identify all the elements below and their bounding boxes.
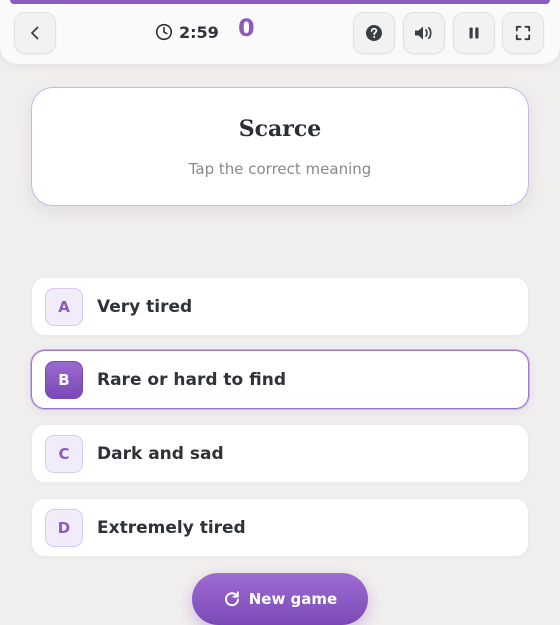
question-hint: Tap the correct meaning (188, 160, 372, 178)
new-game-button[interactable]: New game (192, 573, 368, 625)
clock-icon (155, 23, 173, 41)
timer-value: 2:59 (179, 22, 219, 42)
new-game-label: New game (248, 590, 338, 608)
option-letter-badge: D (45, 508, 83, 547)
back-button[interactable] (14, 12, 56, 54)
option-text: Extremely tired (97, 517, 246, 538)
restart-icon (224, 591, 239, 607)
option-letter-badge: A (45, 287, 83, 326)
help-button[interactable] (353, 12, 395, 54)
word-quiz-page: 2:59 0 Scarce Tap the correct meaning A … (0, 0, 560, 625)
question-word: Scarce (238, 116, 322, 142)
sound-button[interactable] (403, 12, 445, 54)
answer-option-a[interactable]: A Very tired (31, 277, 529, 336)
chevron-left-icon (31, 26, 39, 40)
fullscreen-button[interactable] (502, 12, 544, 54)
option-text: Very tired (97, 296, 193, 317)
fullscreen-icon (515, 25, 531, 41)
top-accent-strip (10, 0, 550, 4)
option-letter-badge: C (45, 434, 83, 473)
speaker-icon (415, 26, 432, 40)
answer-option-b[interactable]: B Rare or hard to find (31, 350, 529, 409)
option-text: Dark and sad (97, 443, 224, 464)
question-card: Scarce Tap the correct meaning (31, 87, 529, 206)
pause-icon (469, 27, 479, 39)
question-circle-icon (366, 25, 382, 41)
score-value: 0 (238, 14, 255, 42)
option-letter-badge: B (45, 360, 83, 399)
answer-option-d[interactable]: D Extremely tired (31, 498, 529, 557)
option-text: Rare or hard to find (97, 369, 287, 390)
answer-option-c[interactable]: C Dark and sad (31, 424, 529, 483)
timer: 2:59 (155, 20, 219, 44)
pause-button[interactable] (453, 12, 495, 54)
top-bar: 2:59 0 (0, 0, 560, 64)
